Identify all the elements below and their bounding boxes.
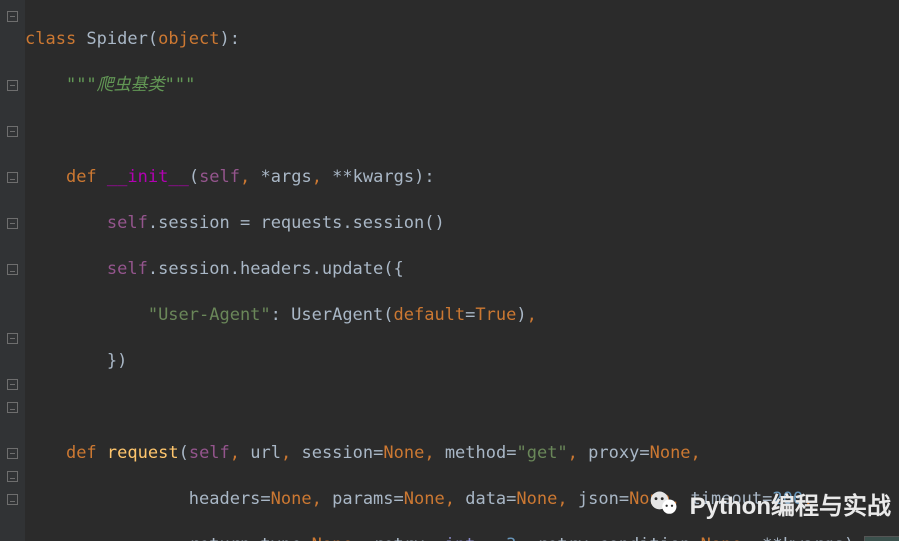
gutter-row [0,189,25,212]
code-line[interactable]: """爬虫基类""" [25,74,899,97]
fold-icon[interactable] [7,80,18,91]
code-line[interactable]: return_type=None, retry: int = 3, retry_… [25,534,899,541]
fold-icon[interactable] [7,126,18,137]
code-area[interactable]: class Spider(object): """爬虫基类""" def __i… [25,0,899,541]
gutter-row [0,281,25,304]
fold-end-icon[interactable] [7,172,18,183]
code-line[interactable] [25,396,899,419]
class-keyword: class [25,29,76,49]
gutter-row [0,235,25,258]
self-param: self [199,167,240,187]
code-fold-ellipsis[interactable]: ... [864,536,899,541]
gutter-row [0,166,25,189]
code-line[interactable]: def __init__(self, *args, **kwargs): [25,166,899,189]
class-name: Spider [76,29,148,49]
gutter-row [0,51,25,74]
def-keyword: def [66,167,97,187]
fold-icon[interactable] [7,379,18,390]
gutter-row [0,258,25,281]
code-line[interactable]: class Spider(object): [25,28,899,51]
code-line[interactable]: self.session = requests.session() [25,212,899,235]
fold-end-icon[interactable] [7,402,18,413]
fold-icon[interactable] [7,333,18,344]
code-line[interactable]: def request(self, url, session=None, met… [25,442,899,465]
fold-end-icon[interactable] [7,471,18,482]
code-line[interactable]: }) [25,350,899,373]
gutter-row [0,465,25,488]
wechat-icon [648,488,680,520]
default-keyword: default [394,305,466,325]
watermark: Python编程与实战 [648,486,891,521]
request-method: request [107,443,179,463]
true-keyword: True [475,305,516,325]
gutter-row [0,28,25,51]
code-line[interactable]: self.session.headers.update({ [25,258,899,281]
object-keyword: object [158,29,219,49]
gutter-row [0,212,25,235]
fold-icon[interactable] [7,218,18,229]
gutter-row [0,74,25,97]
fold-end-icon[interactable] [7,494,18,505]
watermark-text: Python编程与实战 [690,486,891,521]
fold-icon[interactable] [7,448,18,459]
init-method: __init__ [107,167,189,187]
gutter-row [0,143,25,166]
gutter-row [0,442,25,465]
gutter-row [0,419,25,442]
gutter-row [0,350,25,373]
gutter-row [0,97,25,120]
gutter-row [0,373,25,396]
gutter-row [0,304,25,327]
code-line[interactable]: "User-Agent": UserAgent(default=True), [25,304,899,327]
gutter-row [0,488,25,511]
fold-icon[interactable] [7,11,18,22]
gutter-row [0,120,25,143]
gutter [0,0,25,541]
string-literal: "User-Agent" [148,305,271,325]
code-line[interactable] [25,120,899,143]
docstring: """爬虫基类""" [66,75,195,95]
gutter-row [0,396,25,419]
fold-end-icon[interactable] [7,264,18,275]
gutter-row [0,5,25,28]
gutter-row [0,327,25,350]
code-editor: class Spider(object): """爬虫基类""" def __i… [0,0,899,541]
